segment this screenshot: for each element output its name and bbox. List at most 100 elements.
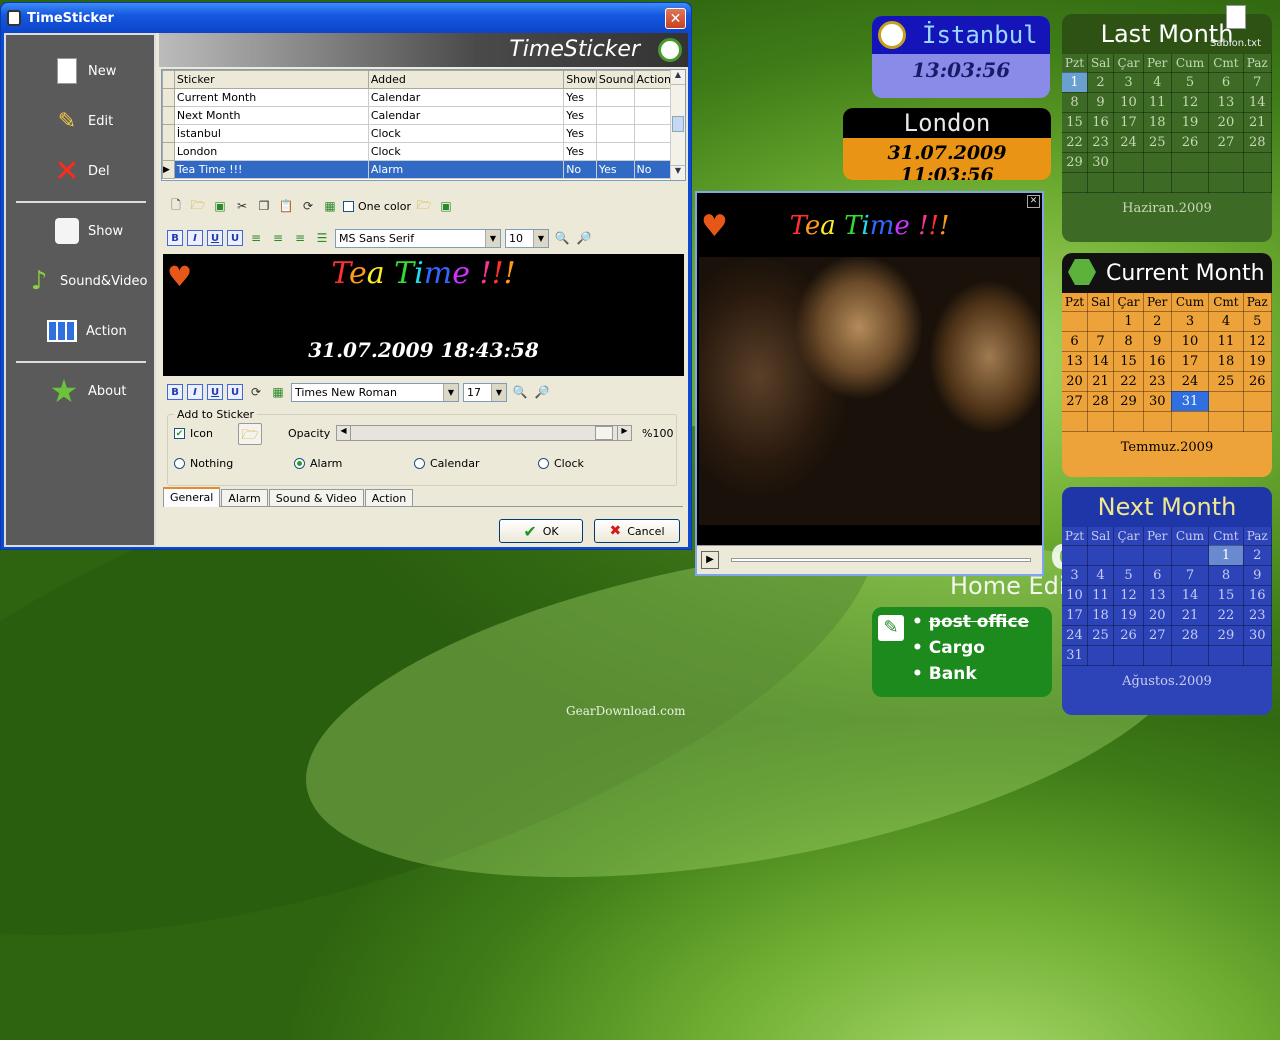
calendar-day[interactable]: 16 — [1243, 585, 1272, 606]
calendar-day[interactable]: 8 — [1113, 331, 1144, 352]
todo-widget[interactable]: ✎ • post office • Cargo • Bank — [872, 607, 1052, 697]
calendar-day[interactable]: 25 — [1208, 371, 1244, 392]
table-cell[interactable] — [596, 124, 635, 143]
calendar-day[interactable]: 22 — [1113, 371, 1144, 392]
radio-nothing[interactable]: Nothing — [174, 457, 233, 470]
table-cell[interactable] — [634, 142, 673, 161]
browse-icon-button[interactable]: 🗁 — [238, 423, 262, 445]
calendar-day[interactable]: 3 — [1171, 311, 1210, 332]
table-row[interactable]: Current Month Calendar Yes — [162, 88, 673, 107]
calendar-day[interactable]: 20 — [1062, 371, 1088, 392]
calendar-day[interactable]: 20 — [1208, 112, 1244, 133]
table-cell[interactable]: Tea Time !!! — [174, 160, 369, 179]
bold-icon[interactable]: B — [167, 230, 183, 246]
checkbox[interactable]: ✔ — [174, 428, 185, 439]
font-select[interactable]: MS Sans Serif ▼ — [335, 228, 501, 248]
calendar-day[interactable]: 19 — [1243, 351, 1272, 372]
underline-icon[interactable]: U — [207, 230, 223, 246]
radio-button[interactable] — [538, 458, 549, 469]
calendar-day[interactable]: 24 — [1062, 625, 1088, 646]
istanbul-clock-widget[interactable]: İstanbul 13:03:56 — [872, 16, 1050, 98]
calendar-day[interactable]: 22 — [1208, 605, 1244, 626]
calendar-day[interactable]: 14 — [1087, 351, 1115, 372]
table-cell[interactable]: İstanbul — [174, 124, 369, 143]
table-cell[interactable]: Clock — [368, 124, 565, 143]
table-cell[interactable]: Calendar — [368, 88, 565, 107]
table-cell[interactable]: Yes — [563, 106, 597, 125]
radio-button[interactable] — [174, 458, 185, 469]
calendar-day[interactable]: 16 — [1143, 351, 1172, 372]
sidebar-item-about[interactable]: ★ About — [6, 371, 154, 411]
italic-icon[interactable]: I — [187, 384, 203, 400]
zoom-out-icon[interactable]: 🔎 — [575, 229, 593, 247]
icon-checkbox[interactable]: ✔ Icon — [174, 427, 213, 440]
one-color-checkbox[interactable]: One color — [343, 200, 411, 213]
table-cell[interactable] — [634, 106, 673, 125]
table-cell[interactable]: Yes — [563, 142, 597, 161]
align-left-icon[interactable]: ≡ — [247, 229, 265, 247]
video-close-button[interactable]: ✕ — [1027, 195, 1040, 208]
font-select[interactable]: Times New Roman ▼ — [291, 382, 459, 402]
scroll-down-icon[interactable]: ▼ — [671, 165, 685, 180]
close-button[interactable]: ✕ — [665, 8, 686, 29]
row-indicator[interactable] — [162, 88, 175, 107]
column-header[interactable]: Sound — [595, 70, 635, 89]
calendar-day[interactable]: 4 — [1087, 565, 1115, 586]
refresh-icon[interactable]: ⟳ — [299, 197, 317, 215]
calendar-day[interactable]: 10 — [1113, 92, 1144, 113]
save-icon[interactable]: ▣ — [211, 197, 229, 215]
calendar-day[interactable]: 28 — [1171, 625, 1210, 646]
table-row[interactable]: ▶ Tea Time !!! Alarm No Yes No — [162, 160, 673, 179]
radio-clock[interactable]: Clock — [538, 457, 584, 470]
calendar-day[interactable]: 28 — [1087, 391, 1115, 412]
calendar-day[interactable]: 11 — [1208, 331, 1244, 352]
table-row[interactable]: London Clock Yes — [162, 142, 673, 161]
calendar-day[interactable]: 31 — [1171, 391, 1210, 412]
table-cell[interactable]: Yes — [563, 124, 597, 143]
open-folder-icon[interactable]: 🗁 — [415, 197, 433, 215]
slider-thumb[interactable] — [595, 426, 613, 440]
desktop-file-label[interactable]: Sablon.txt — [1210, 38, 1261, 49]
calendar-day[interactable]: 27 — [1062, 391, 1088, 412]
calendar-day[interactable]: 4 — [1143, 72, 1172, 93]
radio-button[interactable] — [414, 458, 425, 469]
calendar-day[interactable]: 8 — [1208, 565, 1244, 586]
table-cell[interactable]: Alarm — [368, 160, 565, 179]
calendar-day[interactable]: 7 — [1171, 565, 1210, 586]
seek-bar[interactable] — [731, 558, 1031, 562]
calendar-day[interactable]: 17 — [1171, 351, 1210, 372]
zoom-in-icon[interactable]: 🔍 — [553, 229, 571, 247]
sidebar-item-sound-video[interactable]: ♪ Sound&Video — [6, 261, 154, 301]
calendar-day[interactable]: 22 — [1062, 132, 1088, 153]
align-right-icon[interactable]: ≡ — [291, 229, 309, 247]
new-file-icon[interactable]: 🗋 — [167, 197, 185, 215]
video-frame[interactable] — [699, 257, 1040, 525]
color-icon[interactable]: ▦ — [321, 197, 339, 215]
row-indicator[interactable]: ▶ — [162, 160, 175, 179]
calendar-day[interactable]: 25 — [1087, 625, 1115, 646]
table-scrollbar[interactable]: ▲ ▼ — [670, 70, 685, 180]
calendar-day[interactable]: 5 — [1171, 72, 1210, 93]
italic-icon[interactable]: I — [187, 230, 203, 246]
sidebar-item-show[interactable]: Show — [6, 211, 154, 251]
calendar-day[interactable]: 23 — [1243, 605, 1272, 626]
calendar-day[interactable]: 24 — [1171, 371, 1210, 392]
calendar-day[interactable]: 3 — [1062, 565, 1088, 586]
todo-item[interactable]: • Bank — [912, 661, 1029, 687]
underline-icon[interactable]: U — [207, 384, 223, 400]
calendar-day[interactable]: 5 — [1113, 565, 1144, 586]
calendar-day[interactable]: 2 — [1143, 311, 1172, 332]
chevron-down-icon[interactable]: ▼ — [533, 229, 548, 247]
calendar-day[interactable]: 30 — [1087, 152, 1115, 173]
row-indicator[interactable] — [162, 142, 175, 161]
calendar-day[interactable]: 17 — [1062, 605, 1088, 626]
calendar-day[interactable]: 12 — [1243, 331, 1272, 352]
calendar-day[interactable]: 6 — [1143, 565, 1172, 586]
opacity-slider[interactable]: ◀ ▶ — [336, 425, 632, 441]
calendar-day[interactable]: 21 — [1243, 112, 1272, 133]
calendar-day[interactable]: 16 — [1087, 112, 1115, 133]
next-month-calendar[interactable]: Next Month Pzt Sal Çar Per Cum Cmt Paz 1 2 3 4 5 6 7 8… — [1062, 487, 1272, 715]
text-file-icon[interactable] — [1226, 5, 1246, 29]
radio-alarm[interactable]: Alarm — [294, 457, 342, 470]
strike-icon[interactable]: U — [227, 384, 243, 400]
